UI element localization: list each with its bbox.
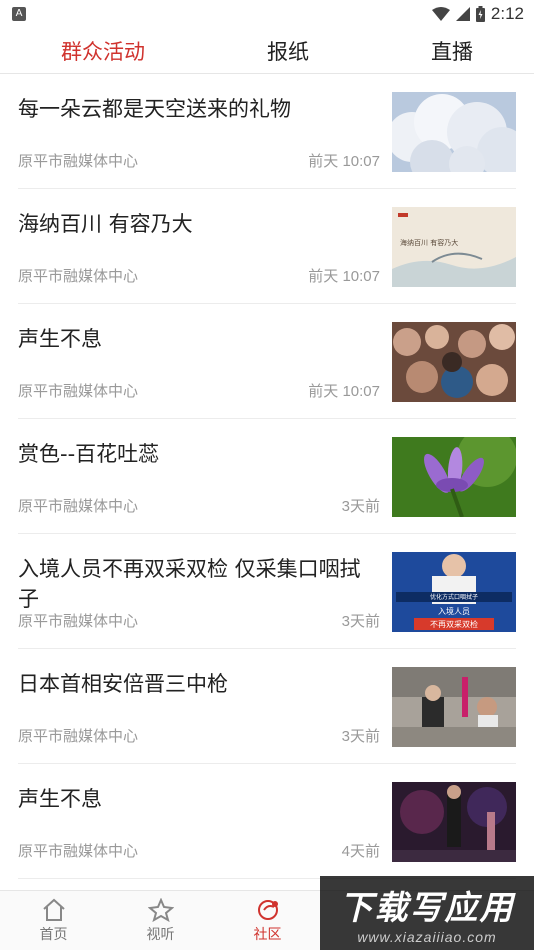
article-source: 原平市融媒体中心 [18, 267, 139, 285]
article-thumbnail-calligraphy: 海纳百川 有容乃大 [392, 207, 516, 287]
nav-audiovisual-label: 视听 [146, 926, 175, 943]
list-item[interactable]: 每一朵云都是天空送来的礼物 原平市融媒体中心 前天 10:07 [18, 74, 516, 189]
article-source: 原平市融媒体中心 [18, 842, 139, 860]
calligraphy-text: 海纳百川 有容乃大 [400, 238, 458, 247]
article-time: 前天 10:07 [308, 383, 380, 400]
status-time: 2:12 [490, 4, 524, 23]
nav-home[interactable]: 首页 [0, 891, 107, 950]
article-source: 原平市融媒体中心 [18, 382, 139, 400]
community-icon [255, 898, 281, 922]
watermark-url: www.xiazaiiiao.com [357, 929, 497, 945]
nav-audiovisual[interactable]: 视听 [107, 891, 214, 950]
tab-community-activities[interactable]: 群众活动 [41, 36, 165, 66]
article-title: 每一朵云都是天空送来的礼物 [18, 97, 291, 121]
app-notification-icon: A [12, 7, 26, 21]
article-title: 声生不息 [18, 327, 102, 351]
article-time: 3天前 [341, 613, 380, 630]
article-time: 3天前 [341, 728, 380, 745]
list-item[interactable]: 海纳百川 有容乃大 原平市融媒体中心 前天 10:07 海纳百川 有容乃大 [18, 189, 516, 304]
list-item[interactable]: 赏色--百花吐蕊 原平市融媒体中心 3天前 [18, 419, 516, 534]
article-thumbnail-clouds [392, 92, 516, 172]
nav-community-label: 社区 [253, 926, 282, 943]
list-item[interactable]: 日本首相安倍晋三中枪 原平市融媒体中心 3天前 [18, 649, 516, 764]
article-time: 4天前 [341, 843, 380, 860]
svg-text:入境人员: 入境人员 [438, 606, 470, 616]
article-source: 原平市融媒体中心 [18, 152, 139, 170]
article-time: 前天 10:07 [308, 268, 380, 285]
list-item[interactable]: 入境人员不再双采双检 仅采集口咽拭子 原平市融媒体中心 3天前 优化方式口咽拭子… [18, 534, 516, 649]
article-time: 前天 10:07 [308, 153, 380, 170]
watermark-main-text: 下载写应用 [339, 888, 515, 927]
star-icon [147, 897, 174, 922]
list-item[interactable]: 声生不息 原平市融媒体中心 4天前 [18, 764, 516, 879]
article-time: 3天前 [341, 498, 380, 515]
site-watermark: 下载写应用 www.xiazaiiiao.com [320, 876, 534, 950]
nav-home-label: 首页 [39, 926, 68, 943]
article-title: 赏色--百花吐蕊 [18, 442, 160, 466]
article-source: 原平市融媒体中心 [18, 612, 139, 630]
article-thumbnail-flower [392, 437, 516, 517]
article-thumbnail-crowd [392, 322, 516, 402]
article-thumbnail-news: 优化方式口咽拭子 入境人员 不再双采双检 [392, 552, 516, 632]
svg-text:优化方式口咽拭子: 优化方式口咽拭子 [430, 593, 478, 601]
tab-live[interactable]: 直播 [411, 36, 493, 66]
tab-newspaper[interactable]: 报纸 [247, 36, 329, 66]
top-tab-bar: 群众活动 报纸 直播 [0, 28, 534, 74]
article-list: 每一朵云都是天空送来的礼物 原平市融媒体中心 前天 10:07 海纳百川 有容乃… [0, 74, 534, 879]
article-thumbnail-stage [392, 782, 516, 862]
article-title: 海纳百川 有容乃大 [18, 212, 193, 236]
article-title: 日本首相安倍晋三中枪 [18, 672, 228, 696]
wifi-icon [431, 7, 450, 21]
article-source: 原平市融媒体中心 [18, 727, 139, 745]
article-source: 原平市融媒体中心 [18, 497, 139, 515]
home-icon [41, 898, 67, 922]
nav-community[interactable]: 社区 [214, 891, 321, 950]
article-title: 声生不息 [18, 787, 102, 811]
battery-icon [475, 6, 485, 22]
status-bar: A 2:12 [0, 0, 534, 28]
signal-icon [455, 7, 470, 21]
article-title: 入境人员不再双采双检 仅采集口咽拭子 [18, 557, 361, 611]
article-thumbnail-street [392, 667, 516, 747]
list-item[interactable]: 声生不息 原平市融媒体中心 前天 10:07 [18, 304, 516, 419]
svg-text:不再双采双检: 不再双采双检 [430, 619, 478, 629]
